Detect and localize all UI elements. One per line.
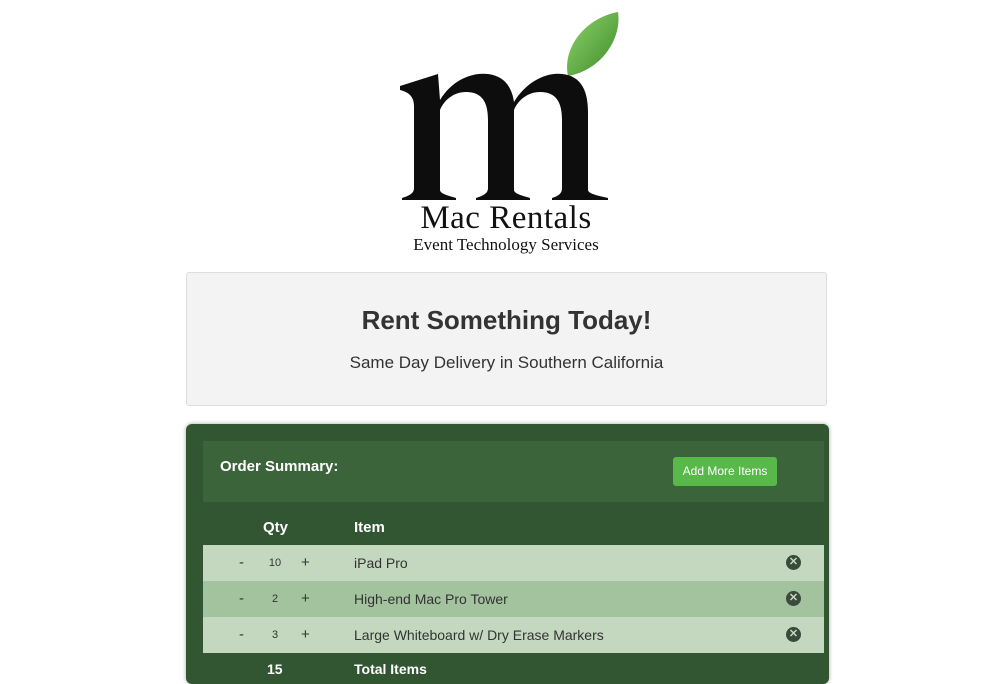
hero-subtitle: Same Day Delivery in Southern California (349, 353, 664, 372)
order-summary-title: Order Summary: (220, 458, 339, 475)
total-label: Total Items (354, 661, 427, 677)
remove-icon[interactable]: ✕ (786, 591, 801, 606)
item-name: Large Whiteboard w/ Dry Erase Markers (354, 627, 604, 643)
item-name: High-end Mac Pro Tower (354, 591, 508, 607)
remove-icon[interactable]: ✕ (786, 555, 801, 570)
order-summary-header: Order Summary: Add More Items (203, 441, 824, 502)
hero-title: Rent Something Today! (361, 305, 652, 335)
total-qty: 15 (267, 661, 283, 677)
add-more-items-button[interactable]: Add More Items (673, 457, 777, 486)
company-logo: Mac Rentals Event Technology Services (390, 8, 630, 258)
logo-title: Mac Rentals (420, 200, 592, 236)
item-name: iPad Pro (354, 555, 408, 571)
table-row: - 3 + Large Whiteboard w/ Dry Erase Mark… (203, 617, 824, 653)
qty-value: 2 (271, 593, 279, 605)
table-row: - 2 + High-end Mac Pro Tower ✕ (203, 581, 824, 617)
item-column-header: Item (354, 519, 385, 536)
increase-qty-button[interactable]: + (301, 590, 310, 607)
decrease-qty-button[interactable]: - (239, 590, 244, 607)
hero-banner: Rent Something Today! Same Day Delivery … (186, 272, 827, 406)
qty-value: 3 (271, 629, 279, 641)
decrease-qty-button[interactable]: - (239, 554, 244, 571)
qty-value: 10 (268, 557, 282, 569)
leaf-icon (567, 12, 619, 76)
qty-column-header: Qty (263, 519, 289, 536)
remove-icon[interactable]: ✕ (786, 627, 801, 642)
increase-qty-button[interactable]: + (301, 554, 310, 571)
order-summary-panel: Order Summary: Add More Items Qty Item -… (186, 424, 829, 684)
logo-mark (400, 12, 619, 200)
order-total-row: 15 Total Items (203, 653, 824, 683)
table-row: - 10 + iPad Pro ✕ (203, 545, 824, 581)
decrease-qty-button[interactable]: - (239, 626, 244, 643)
order-rows: - 10 + iPad Pro ✕ - 2 + High-end Mac Pro… (203, 545, 824, 653)
logo-subtitle: Event Technology Services (413, 235, 599, 254)
increase-qty-button[interactable]: + (301, 626, 310, 643)
